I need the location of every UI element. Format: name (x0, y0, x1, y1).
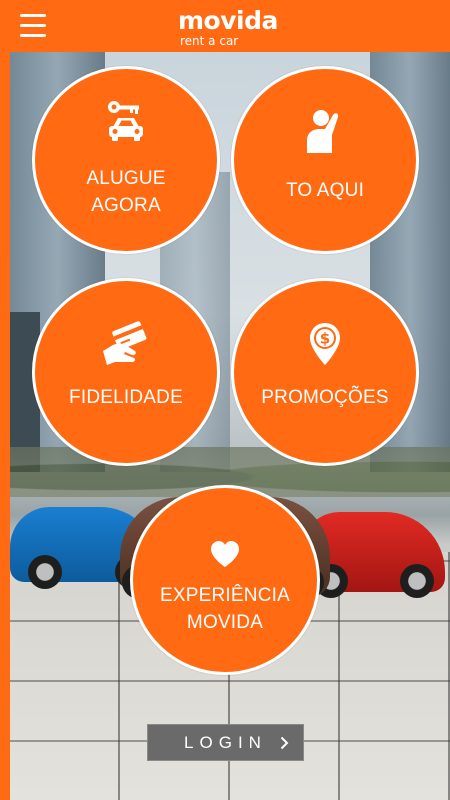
app-header: movida rent a car (0, 0, 450, 52)
hamburger-menu-icon[interactable] (20, 12, 48, 40)
logo-tagline: rent a car (180, 34, 239, 48)
hand-card-icon (103, 321, 147, 365)
im-here-label: TO AQUI (285, 180, 365, 201)
dollar-pin-icon: $ (310, 323, 340, 365)
promotions-button[interactable]: $ PROMOÇÕES (231, 278, 419, 466)
login-button[interactable]: LOGIN (147, 724, 304, 761)
login-label: LOGIN (184, 733, 267, 752)
im-here-button[interactable]: TO AQUI (231, 66, 419, 254)
promotions-label: PROMOÇÕES (261, 387, 389, 408)
car-key-icon (108, 101, 143, 141)
movida-logo: movida rent a car (172, 6, 282, 48)
experience-label-1: EXPERIÊNCIA (160, 585, 290, 606)
svg-text:$: $ (320, 330, 330, 348)
loyalty-button[interactable]: FIDELIDADE (32, 278, 220, 466)
rent-now-label-2: AGORA (91, 195, 161, 216)
loyalty-label: FIDELIDADE (69, 387, 183, 408)
rent-now-button[interactable]: ALUGUE AGORA (32, 66, 220, 254)
experience-label-2: MOVIDA (186, 612, 264, 633)
raised-hand-icon (307, 110, 339, 153)
rent-now-label-1: ALUGUE (86, 168, 166, 189)
chevron-right-icon (280, 736, 289, 750)
heart-icon (211, 541, 239, 567)
movida-experience-button[interactable]: EXPERIÊNCIA MOVIDA (130, 485, 320, 675)
logo-wordmark: movida (178, 6, 278, 35)
